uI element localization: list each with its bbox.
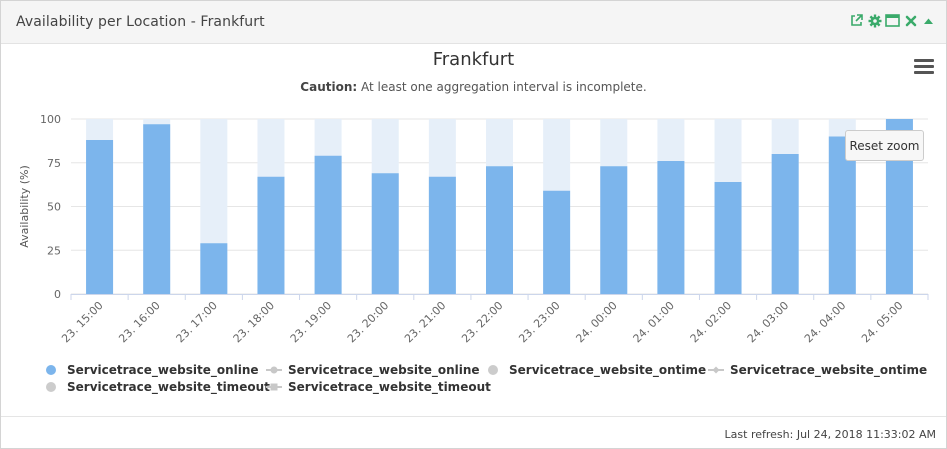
header-toolbar — [849, 13, 936, 28]
bar — [257, 176, 285, 294]
bar — [657, 161, 685, 294]
x-tick-label: 24. 04:00 — [802, 299, 848, 344]
panel-title: Availability per Location - Frankfurt — [16, 14, 265, 30]
x-tick-label: 23. 17:00 — [173, 299, 219, 344]
y-tick-label: 25 — [47, 244, 61, 257]
legend-label: Servicetrace_website_online — [67, 363, 259, 377]
gear-icon[interactable] — [867, 13, 882, 28]
legend-symbol-line-circle — [266, 364, 282, 376]
bar — [314, 155, 342, 294]
bar-chart: 0255075100Availability (%)23. 15:00 23. 1… — [18, 113, 929, 344]
y-tick-label: 50 — [47, 201, 61, 214]
external-link-icon[interactable] — [849, 13, 864, 28]
legend-item[interactable]: Servicetrace_website_online — [266, 363, 480, 377]
x-tick-label: 23. 20:00 — [345, 299, 391, 344]
bar — [600, 166, 628, 294]
bar — [200, 243, 228, 294]
x-tick-label: 23. 23:00 — [516, 299, 562, 344]
legend-item[interactable]: Servicetrace_website_timeout — [266, 380, 491, 394]
bar — [714, 182, 742, 294]
legend-symbol-circle — [487, 364, 503, 376]
y-tick-label: 0 — [54, 288, 61, 301]
legend-symbol-circle — [45, 364, 61, 376]
bar — [86, 140, 114, 294]
legend-label: Servicetrace_website_ontime — [509, 363, 707, 377]
legend-symbol-line-square — [266, 381, 282, 393]
x-tick-label: 24. 02:00 — [688, 299, 734, 344]
legend-label: Servicetrace_website_ontime — [730, 363, 928, 377]
x-tick-label: 24. 05:00 — [859, 299, 905, 344]
bar — [771, 154, 799, 294]
x-tick-label: 24. 03:00 — [745, 299, 791, 344]
close-icon[interactable] — [903, 13, 918, 28]
x-tick-label: 23. 15:00 — [59, 299, 105, 344]
x-tick-label: 23. 22:00 — [459, 299, 505, 344]
legend-label: Servicetrace_website_timeout — [67, 380, 270, 394]
legend-item[interactable]: Servicetrace_website_online — [45, 363, 259, 377]
panel-header: Availability per Location - Frankfurt — [1, 1, 946, 44]
legend-item[interactable]: Servicetrace_website_timeout — [45, 380, 270, 394]
y-axis-title: Availability (%) — [18, 165, 31, 248]
legend-item[interactable]: Servicetrace_website_ontime — [708, 363, 927, 377]
x-tick-label: 24. 01:00 — [631, 299, 677, 344]
x-tick-label: 23. 16:00 — [116, 299, 162, 344]
reset-zoom-button[interactable]: Reset zoom — [845, 130, 924, 161]
y-tick-label: 100 — [40, 113, 61, 126]
x-tick-label: 23. 19:00 — [288, 299, 334, 344]
y-tick-label: 75 — [47, 157, 61, 170]
x-tick-label: 23. 21:00 — [402, 299, 448, 344]
maximize-icon[interactable] — [885, 13, 900, 28]
legend-symbol-circle — [45, 381, 61, 393]
x-tick-label: 24. 00:00 — [573, 299, 619, 344]
bar — [428, 176, 456, 294]
collapse-up-icon[interactable] — [921, 13, 936, 28]
panel-footer: Last refresh: Jul 24, 2018 11:33:02 AM — [1, 416, 946, 449]
x-tick-label: 23. 18:00 — [231, 299, 277, 344]
chart-area: Frankfurt Caution: At least one aggregat… — [1, 44, 946, 416]
availability-panel: Availability per Location - Frankfurt Fr… — [0, 0, 947, 449]
legend-label: Servicetrace_website_timeout — [288, 380, 491, 394]
bar — [143, 124, 171, 294]
legend-item[interactable]: Servicetrace_website_ontime — [487, 363, 706, 377]
legend-symbol-line-diamond — [708, 364, 724, 376]
bar — [371, 173, 399, 294]
legend-label: Servicetrace_website_online — [288, 363, 480, 377]
bar — [486, 166, 513, 294]
last-refresh-text: Last refresh: Jul 24, 2018 11:33:02 AM — [724, 428, 936, 441]
bar — [543, 190, 571, 294]
